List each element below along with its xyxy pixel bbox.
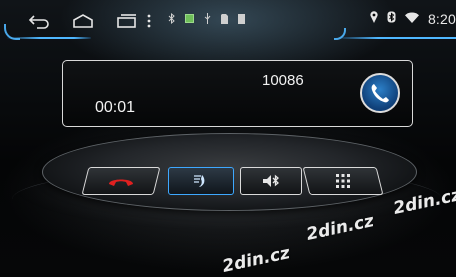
- call-info-panel: 10086 00:01: [62, 60, 413, 127]
- hang-up-button[interactable]: [81, 167, 161, 195]
- home-icon[interactable]: [70, 10, 96, 32]
- system-status: 8:20: [370, 10, 456, 28]
- phone-avatar-icon: [360, 73, 400, 113]
- keypad-button[interactable]: [302, 167, 384, 195]
- sd-card-icon: [221, 13, 228, 27]
- bluetooth-connected-icon: [387, 10, 396, 28]
- notification-icons: [168, 12, 245, 27]
- usb-icon: [204, 13, 211, 27]
- hang-up-icon: [109, 179, 133, 186]
- status-bar: 8:20: [0, 0, 456, 40]
- call-number: 10086: [262, 72, 304, 89]
- recent-apps-icon[interactable]: [114, 10, 140, 32]
- keypad-icon: [336, 174, 350, 188]
- back-icon[interactable]: [26, 10, 52, 32]
- storage-icon: [238, 13, 245, 27]
- handset-icon: [194, 175, 205, 187]
- call-timer: 00:01: [95, 99, 136, 116]
- wifi-icon: [404, 10, 419, 28]
- app-notification-icon: [185, 14, 194, 26]
- bluetooth-audio-button[interactable]: [240, 167, 302, 195]
- status-bar-accent-line-right: [342, 37, 456, 39]
- bluetooth-audio-icon: [263, 174, 279, 187]
- status-clock: 8:20: [427, 11, 456, 27]
- bluetooth-icon: [168, 12, 175, 27]
- menu-dots-icon[interactable]: [142, 10, 156, 32]
- location-icon: [370, 10, 378, 28]
- handset-button[interactable]: [168, 167, 234, 195]
- status-bar-accent-line-left: [6, 37, 91, 39]
